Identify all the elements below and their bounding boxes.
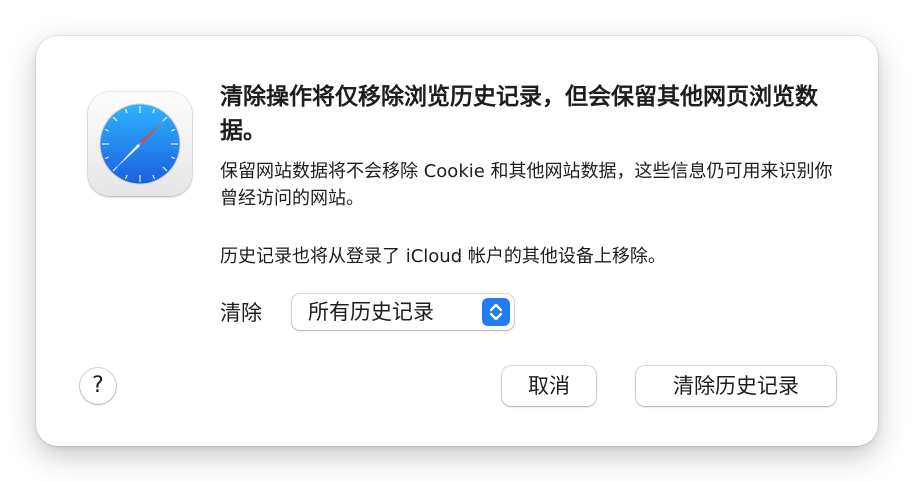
clear-history-dialog: 清除操作将仅移除浏览历史记录，但会保留其他网页浏览数据。 保留网站数据将不会移除…: [36, 36, 878, 446]
dialog-message-icloud: 历史记录也将从登录了 iCloud 帐户的其他设备上移除。: [220, 246, 666, 267]
dialog-title: 清除操作将仅移除浏览历史记录，但会保留其他网页浏览数据。: [220, 84, 818, 144]
clear-history-button[interactable]: 清除历史记录: [636, 366, 836, 406]
clear-range-popup[interactable]: 所有历史记录: [292, 294, 514, 330]
up-down-chevron-icon: [482, 298, 510, 326]
clear-range-label: 清除: [220, 301, 262, 325]
clear-range-value: 所有历史记录: [308, 300, 434, 324]
compass-icon: [99, 103, 181, 185]
safari-app-icon: [88, 92, 192, 196]
help-button[interactable]: ?: [80, 368, 116, 404]
dialog-message-cookies: 保留网站数据将不会移除 Cookie 和其他网站数据，这些信息仍可用来识别你曾经…: [220, 161, 833, 209]
cancel-button[interactable]: 取消: [502, 366, 596, 406]
